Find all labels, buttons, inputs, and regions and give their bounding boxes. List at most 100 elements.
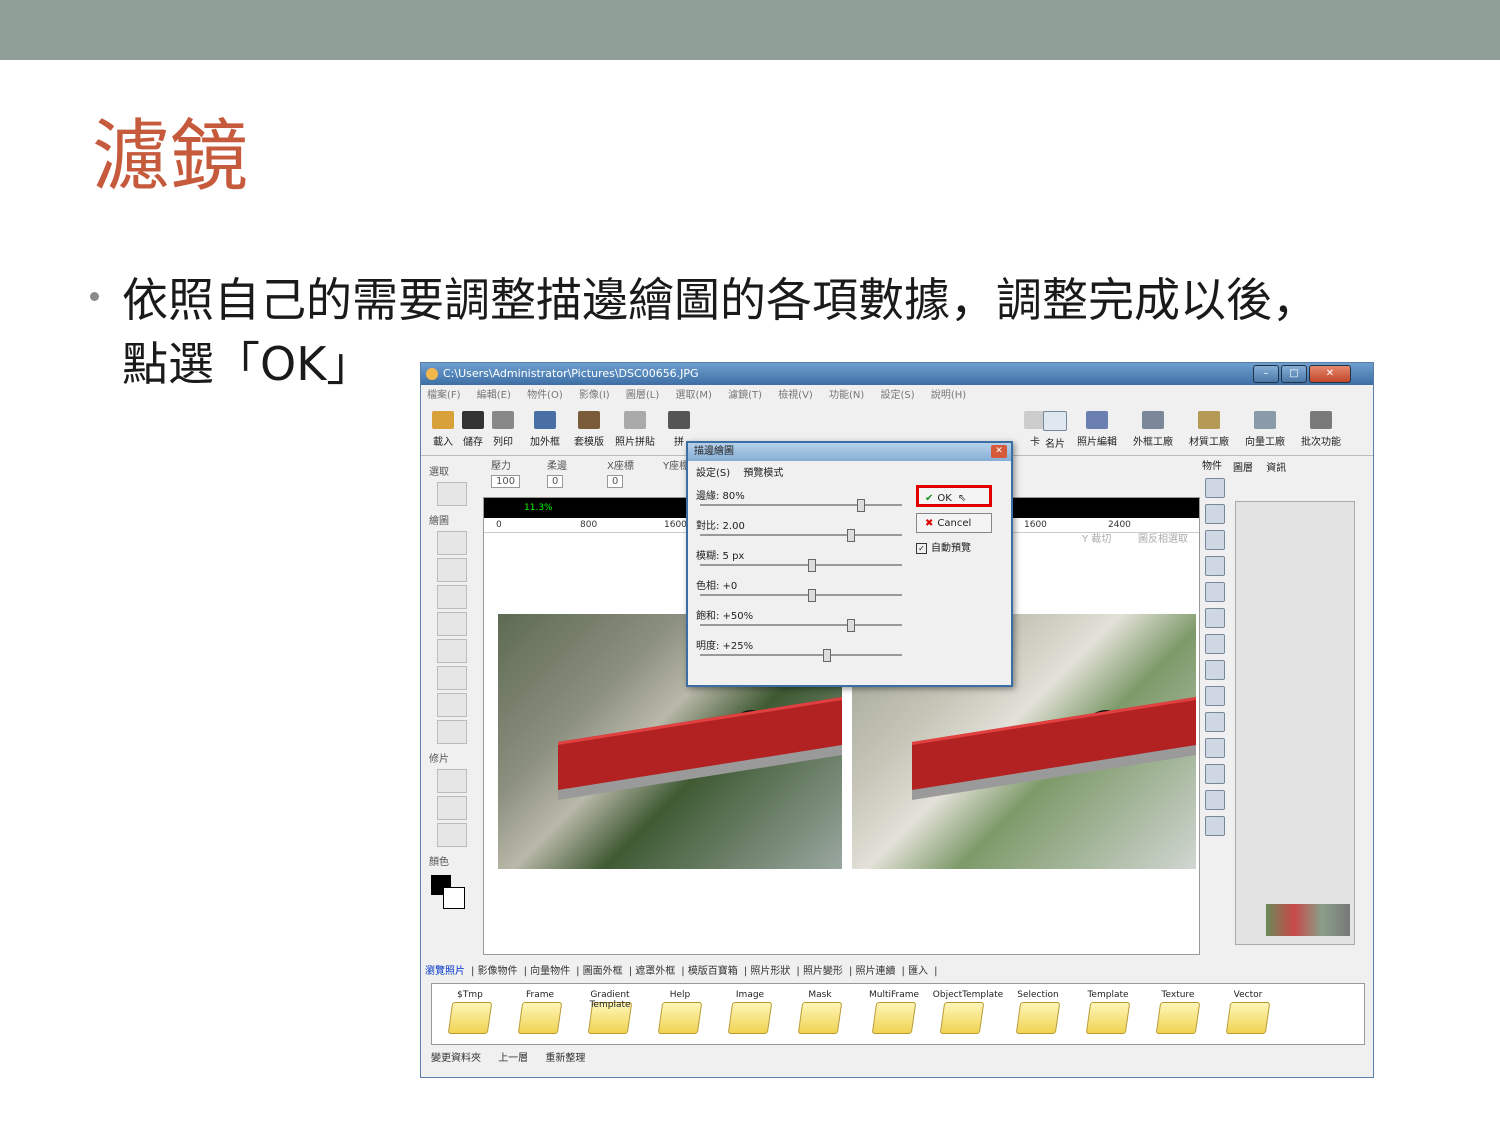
- menu-help[interactable]: 說明(H): [931, 390, 966, 401]
- dialog-menu-preview-mode[interactable]: 預覽模式: [743, 468, 783, 479]
- folder-item[interactable]: $Tmp: [440, 990, 500, 1038]
- folder-item[interactable]: Help: [650, 990, 710, 1038]
- folder-item[interactable]: ObjectTemplate: [932, 990, 1004, 1038]
- clock-icon[interactable]: [1205, 660, 1225, 680]
- folder-item[interactable]: Mask: [790, 990, 850, 1038]
- folder-item[interactable]: Gradient Template: [580, 990, 640, 1038]
- tab-vector-objects[interactable]: 向量物件: [530, 966, 570, 977]
- tab-photo-continuous[interactable]: 照片連續: [856, 966, 896, 977]
- toolbar-template-button[interactable]: 套模版: [567, 411, 611, 448]
- tab-import[interactable]: 匯入: [908, 966, 928, 977]
- slider-thumb[interactable]: [823, 649, 832, 662]
- tab-photo-warp[interactable]: 照片變形: [803, 966, 843, 977]
- exif-icon[interactable]: [1205, 686, 1225, 706]
- menu-edit[interactable]: 編輯(E): [477, 390, 511, 401]
- slider-track[interactable]: [700, 624, 902, 626]
- toolbar-print-button[interactable]: 列印: [481, 411, 525, 448]
- menu-view[interactable]: 檢視(V): [778, 390, 813, 401]
- arrows-icon[interactable]: [1205, 790, 1225, 810]
- tab-info[interactable]: 資訊: [1266, 463, 1286, 474]
- slider-track[interactable]: [700, 564, 902, 566]
- slider-thumb[interactable]: [847, 619, 855, 632]
- tab-template-box[interactable]: 模版百寶箱: [688, 966, 738, 977]
- slider-track[interactable]: [700, 654, 902, 656]
- dialog-slider[interactable]: 明度: +25%: [696, 637, 910, 667]
- menu-filter[interactable]: 濾鏡(T): [728, 390, 762, 401]
- cancel-button[interactable]: ✖ Cancel: [916, 513, 992, 533]
- blur-tool[interactable]: [437, 769, 467, 793]
- line-tool[interactable]: [437, 693, 467, 717]
- rect-tool[interactable]: [437, 666, 467, 690]
- tab-browse-photos[interactable]: 瀏覽照片: [425, 966, 465, 977]
- tab-mask-frames[interactable]: 遮罩外框: [635, 966, 675, 977]
- pen-tool[interactable]: [437, 585, 467, 609]
- slider-thumb[interactable]: [807, 559, 816, 572]
- eraser-tool[interactable]: [437, 558, 467, 582]
- minimize-button[interactable]: –: [1253, 365, 1279, 383]
- speech-icon[interactable]: [1205, 764, 1225, 784]
- print-icon[interactable]: [1205, 712, 1225, 732]
- auto-preview-checkbox[interactable]: ✓ 自動預覽: [916, 539, 1006, 554]
- magnifier-icon[interactable]: [1205, 634, 1225, 654]
- background-color-swatch[interactable]: [443, 887, 465, 909]
- slider-thumb[interactable]: [807, 589, 816, 602]
- toolbar-frame-button[interactable]: 加外框: [523, 411, 567, 448]
- slider-thumb[interactable]: [856, 499, 865, 512]
- folder-item[interactable]: Selection: [1008, 990, 1068, 1038]
- layers-icon[interactable]: [1205, 608, 1225, 628]
- dialog-close-icon[interactable]: ✕: [991, 445, 1007, 458]
- slider-track[interactable]: [700, 504, 902, 506]
- folder-item[interactable]: Image: [720, 990, 780, 1038]
- clone-tool[interactable]: [437, 823, 467, 847]
- smudge-tool[interactable]: [437, 796, 467, 820]
- slider-thumb[interactable]: [847, 529, 855, 542]
- ok-button[interactable]: ✔ OK ⇖: [916, 485, 992, 507]
- shape-tool[interactable]: [437, 720, 467, 744]
- toolbar-vector-factory-button[interactable]: 向量工廠: [1243, 411, 1287, 448]
- calendar-icon[interactable]: [1205, 738, 1225, 758]
- pressure-field[interactable]: 100: [491, 475, 521, 488]
- up-one-level-button[interactable]: 上一層: [498, 1053, 528, 1064]
- menu-function[interactable]: 功能(N): [829, 390, 864, 401]
- tab-photo-shapes[interactable]: 照片形狀: [750, 966, 790, 977]
- refresh-button[interactable]: 重新整理: [545, 1053, 585, 1064]
- select-tool[interactable]: [437, 482, 467, 506]
- tab-layers[interactable]: 圖層: [1233, 463, 1253, 474]
- tab-image-objects[interactable]: 影像物件: [478, 966, 518, 977]
- tab-picture-frames[interactable]: 圖面外框: [583, 966, 623, 977]
- text-icon[interactable]: [1205, 478, 1225, 498]
- folder-item[interactable]: Vector: [1218, 990, 1278, 1038]
- dialog-slider[interactable]: 飽和: +50%: [696, 607, 910, 637]
- stamp-tool[interactable]: [437, 612, 467, 636]
- menu-file[interactable]: 檔案(F): [427, 390, 461, 401]
- dialog-slider[interactable]: 模糊: 5 px: [696, 547, 910, 577]
- change-folder-button[interactable]: 變更資料夾: [431, 1053, 481, 1064]
- fill-tool[interactable]: [437, 639, 467, 663]
- x-coord-field[interactable]: 0: [607, 475, 624, 488]
- folder-item[interactable]: Frame: [510, 990, 570, 1038]
- note-icon[interactable]: [1205, 504, 1225, 524]
- arrow-right-icon[interactable]: [1205, 816, 1225, 836]
- toolbar-texture-factory-button[interactable]: 材質工廠: [1187, 411, 1231, 448]
- toolbar-frame-factory-button[interactable]: 外框工廠: [1131, 411, 1175, 448]
- folder-item[interactable]: Texture: [1148, 990, 1208, 1038]
- menu-select[interactable]: 選取(M): [675, 390, 711, 401]
- menu-layer[interactable]: 圖層(L): [626, 390, 659, 401]
- folder-item[interactable]: MultiFrame: [864, 990, 924, 1038]
- maximize-button[interactable]: □: [1281, 365, 1307, 383]
- toolbar-collage-button[interactable]: 照片拼貼: [613, 411, 657, 448]
- toolbar-namecard-button[interactable]: 名片: [1033, 411, 1077, 450]
- frame-object-icon[interactable]: [1205, 582, 1225, 602]
- layer-thumbnail[interactable]: [1266, 904, 1350, 936]
- soft-edge-field[interactable]: 0: [547, 475, 564, 488]
- toolbar-photo-edit-button[interactable]: 照片編輯: [1075, 411, 1119, 448]
- dialog-menu-settings[interactable]: 設定(S): [696, 468, 730, 479]
- folder-item[interactable]: Template: [1078, 990, 1138, 1038]
- slider-track[interactable]: [700, 534, 902, 536]
- menu-object[interactable]: 物件(O): [527, 390, 563, 401]
- menu-settings[interactable]: 設定(S): [881, 390, 915, 401]
- brush-tool[interactable]: [437, 531, 467, 555]
- abc-icon[interactable]: [1205, 530, 1225, 550]
- dialog-slider[interactable]: 對比: 2.00: [696, 517, 910, 547]
- slider-track[interactable]: [700, 594, 902, 596]
